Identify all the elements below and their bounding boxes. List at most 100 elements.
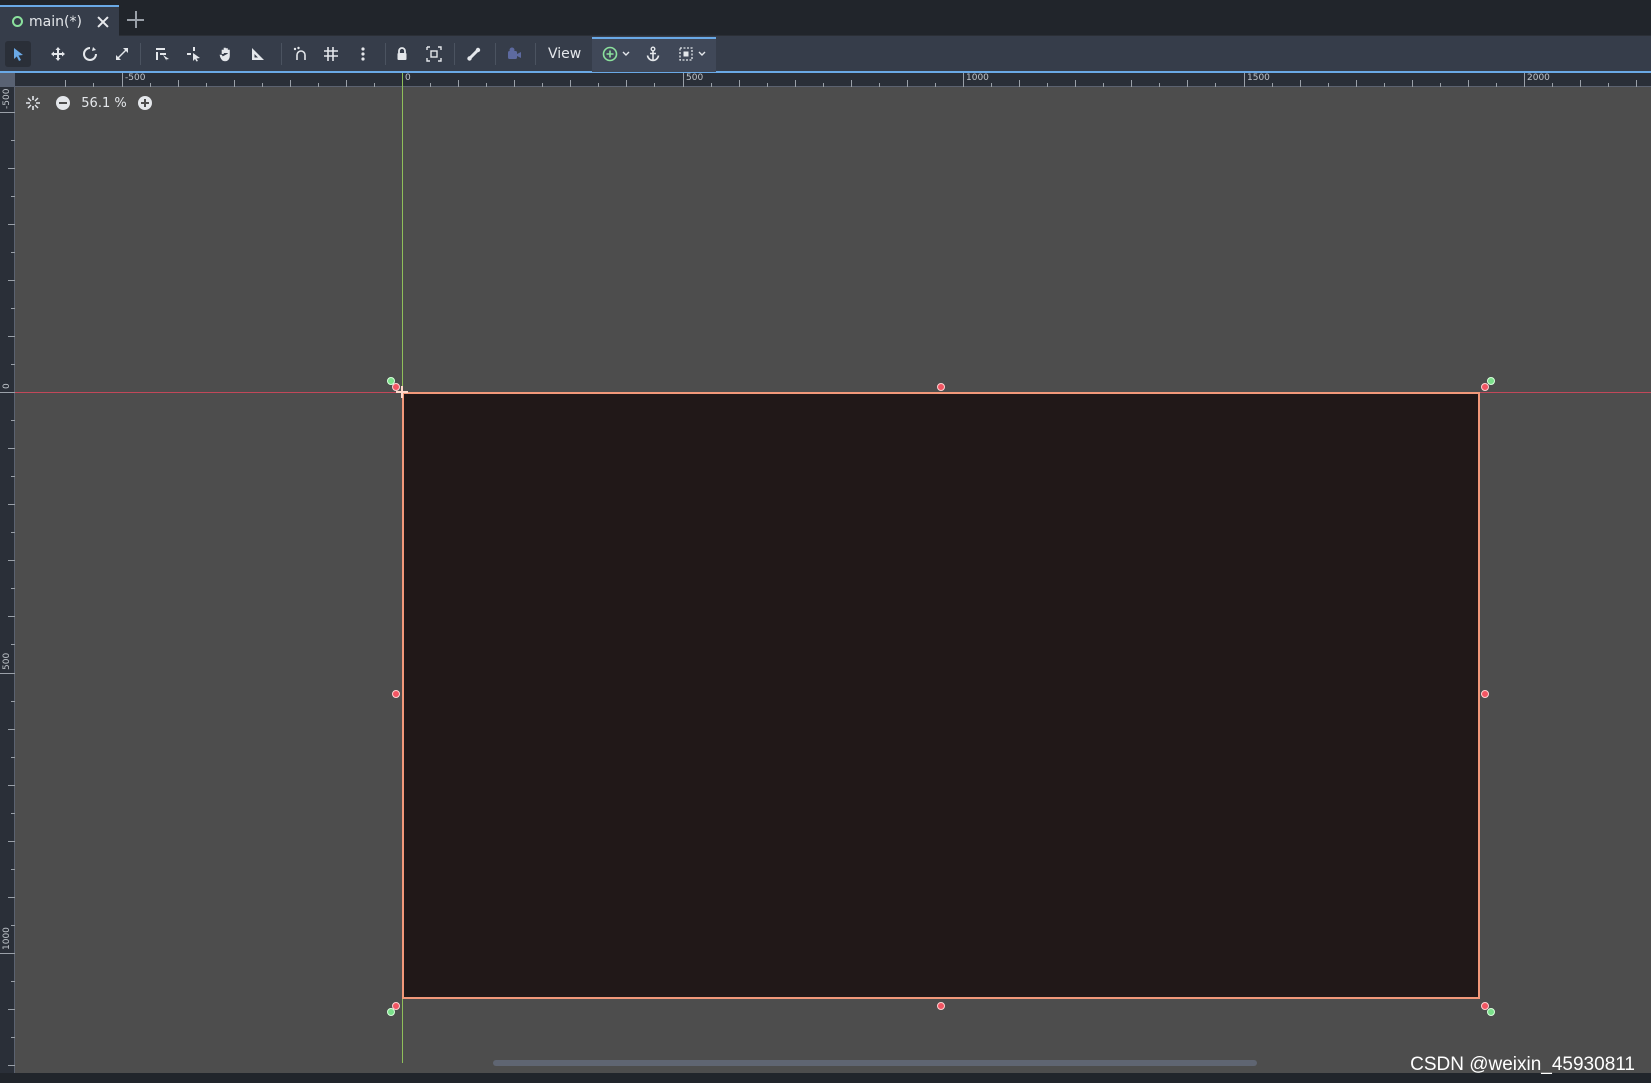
pan-icon[interactable] bbox=[213, 41, 239, 67]
zoom-in-icon[interactable] bbox=[136, 94, 154, 112]
toolbar-separator bbox=[454, 43, 455, 65]
ruler-tick bbox=[0, 112, 15, 113]
ruler-tick bbox=[8, 448, 15, 449]
ruler-tick bbox=[570, 80, 571, 87]
ruler-label: 1000 bbox=[966, 73, 989, 83]
ruler-tick bbox=[11, 196, 15, 197]
ruler-tick bbox=[907, 80, 908, 87]
layout-dropdown[interactable] bbox=[673, 41, 713, 67]
select-icon[interactable] bbox=[5, 41, 31, 67]
camera-icon[interactable] bbox=[501, 41, 527, 67]
toolbar-separator bbox=[281, 43, 282, 65]
ruler-tick bbox=[262, 83, 263, 87]
skeleton-icon[interactable] bbox=[461, 41, 487, 67]
ruler-tick bbox=[8, 336, 15, 337]
ruler-tick bbox=[8, 841, 15, 842]
move-icon[interactable] bbox=[45, 41, 71, 67]
canvas-toolbar: View bbox=[0, 36, 1651, 73]
anchor-point-top-right[interactable] bbox=[1487, 377, 1495, 385]
ruler-tick bbox=[1272, 83, 1273, 87]
ruler-tick bbox=[290, 80, 291, 87]
add-node-dropdown[interactable] bbox=[597, 41, 637, 67]
ruler-tick bbox=[542, 83, 543, 87]
zoom-controls: 56.1 % bbox=[24, 93, 154, 113]
ruler-tick bbox=[1187, 80, 1188, 87]
ruler-tick bbox=[1580, 80, 1581, 87]
ruler-tick bbox=[8, 1009, 15, 1010]
ruler-tick bbox=[1075, 80, 1076, 87]
scale-icon[interactable] bbox=[109, 41, 135, 67]
ruler-tick bbox=[626, 80, 627, 87]
ruler-label: 1000 bbox=[2, 927, 12, 950]
ruler-tick bbox=[1552, 83, 1553, 87]
ruler-tick bbox=[654, 83, 655, 87]
ruler-tick bbox=[991, 83, 992, 87]
group-icon[interactable] bbox=[421, 41, 447, 67]
resize-handle-bottom[interactable] bbox=[937, 1002, 945, 1010]
ruler-tick bbox=[11, 869, 15, 870]
ruler-tick bbox=[458, 80, 459, 87]
scene-tab-main[interactable]: main(*) bbox=[0, 5, 119, 36]
ruler-tick bbox=[1215, 83, 1216, 87]
ruler-tick bbox=[11, 588, 15, 589]
grid-snap-icon[interactable] bbox=[318, 41, 344, 67]
pivot-cross-icon[interactable] bbox=[396, 386, 408, 398]
ruler-tick bbox=[1356, 80, 1357, 87]
add-scene-tab-icon[interactable] bbox=[127, 11, 144, 28]
ruler-tick bbox=[11, 476, 15, 477]
canvas-viewport[interactable]: -500 0 500 1000 1500 2000 -500 0 500 1000 56.1 % bbox=[0, 73, 1651, 1073]
ruler-label: 0 bbox=[405, 73, 411, 83]
resize-handle-left[interactable] bbox=[392, 690, 400, 698]
ruler-tick bbox=[1608, 83, 1609, 87]
ruler-tick bbox=[11, 252, 15, 253]
ruler-icon[interactable] bbox=[245, 41, 271, 67]
center-view-icon[interactable] bbox=[24, 94, 42, 112]
horizontal-scrollbar-thumb[interactable] bbox=[493, 1060, 1257, 1066]
ruler-tick bbox=[1131, 80, 1132, 87]
ruler-tick bbox=[11, 757, 15, 758]
ruler-tick bbox=[234, 80, 235, 87]
ruler-tick bbox=[11, 925, 15, 926]
ruler-tick bbox=[8, 897, 15, 898]
zoom-value[interactable]: 56.1 % bbox=[72, 96, 136, 111]
more-icon[interactable] bbox=[350, 41, 376, 67]
ruler-tick bbox=[206, 83, 207, 87]
tab-label: main(*) bbox=[29, 13, 82, 30]
ruler-tick bbox=[963, 73, 964, 87]
ruler-tick bbox=[11, 140, 15, 141]
rotate-icon[interactable] bbox=[77, 41, 103, 67]
resize-handle-top[interactable] bbox=[937, 383, 945, 391]
smart-snap-icon[interactable] bbox=[287, 41, 313, 67]
vertical-ruler[interactable]: -500 0 500 1000 bbox=[0, 73, 15, 1073]
resize-handle-right[interactable] bbox=[1481, 690, 1489, 698]
ruler-tick bbox=[1636, 80, 1637, 87]
lock-icon[interactable] bbox=[389, 41, 415, 67]
zoom-out-icon[interactable] bbox=[54, 94, 72, 112]
ruler-tick bbox=[739, 80, 740, 87]
toolbar-separator bbox=[140, 43, 141, 65]
scene-tab-bar: main(*) bbox=[0, 0, 1651, 36]
close-icon[interactable] bbox=[93, 12, 113, 32]
control-rect[interactable] bbox=[402, 392, 1480, 999]
ruler-tick bbox=[318, 83, 319, 87]
horizontal-ruler[interactable]: -500 0 500 1000 1500 2000 bbox=[0, 73, 1651, 87]
ruler-tick bbox=[1468, 80, 1469, 87]
list-select-icon[interactable] bbox=[149, 41, 175, 67]
ruler-tick bbox=[1244, 73, 1245, 87]
toolbar-separator bbox=[535, 43, 536, 65]
ruler-tick bbox=[8, 280, 15, 281]
ruler-tick bbox=[11, 813, 15, 814]
ruler-label: 0 bbox=[2, 383, 12, 389]
ruler-label: 1500 bbox=[1247, 73, 1270, 83]
ruler-tick bbox=[486, 83, 487, 87]
pivot-icon[interactable] bbox=[181, 41, 207, 67]
anchor-point-top-left[interactable] bbox=[387, 377, 395, 385]
anchor-icon[interactable] bbox=[640, 41, 666, 67]
toolbar-separator bbox=[495, 43, 496, 65]
view-menu[interactable]: View bbox=[540, 41, 589, 67]
ruler-tick bbox=[122, 73, 123, 87]
ruler-tick bbox=[93, 83, 94, 87]
anchor-point-bottom-right[interactable] bbox=[1487, 1008, 1495, 1016]
ruler-tick bbox=[11, 981, 15, 982]
anchor-point-bottom-left[interactable] bbox=[387, 1008, 395, 1016]
